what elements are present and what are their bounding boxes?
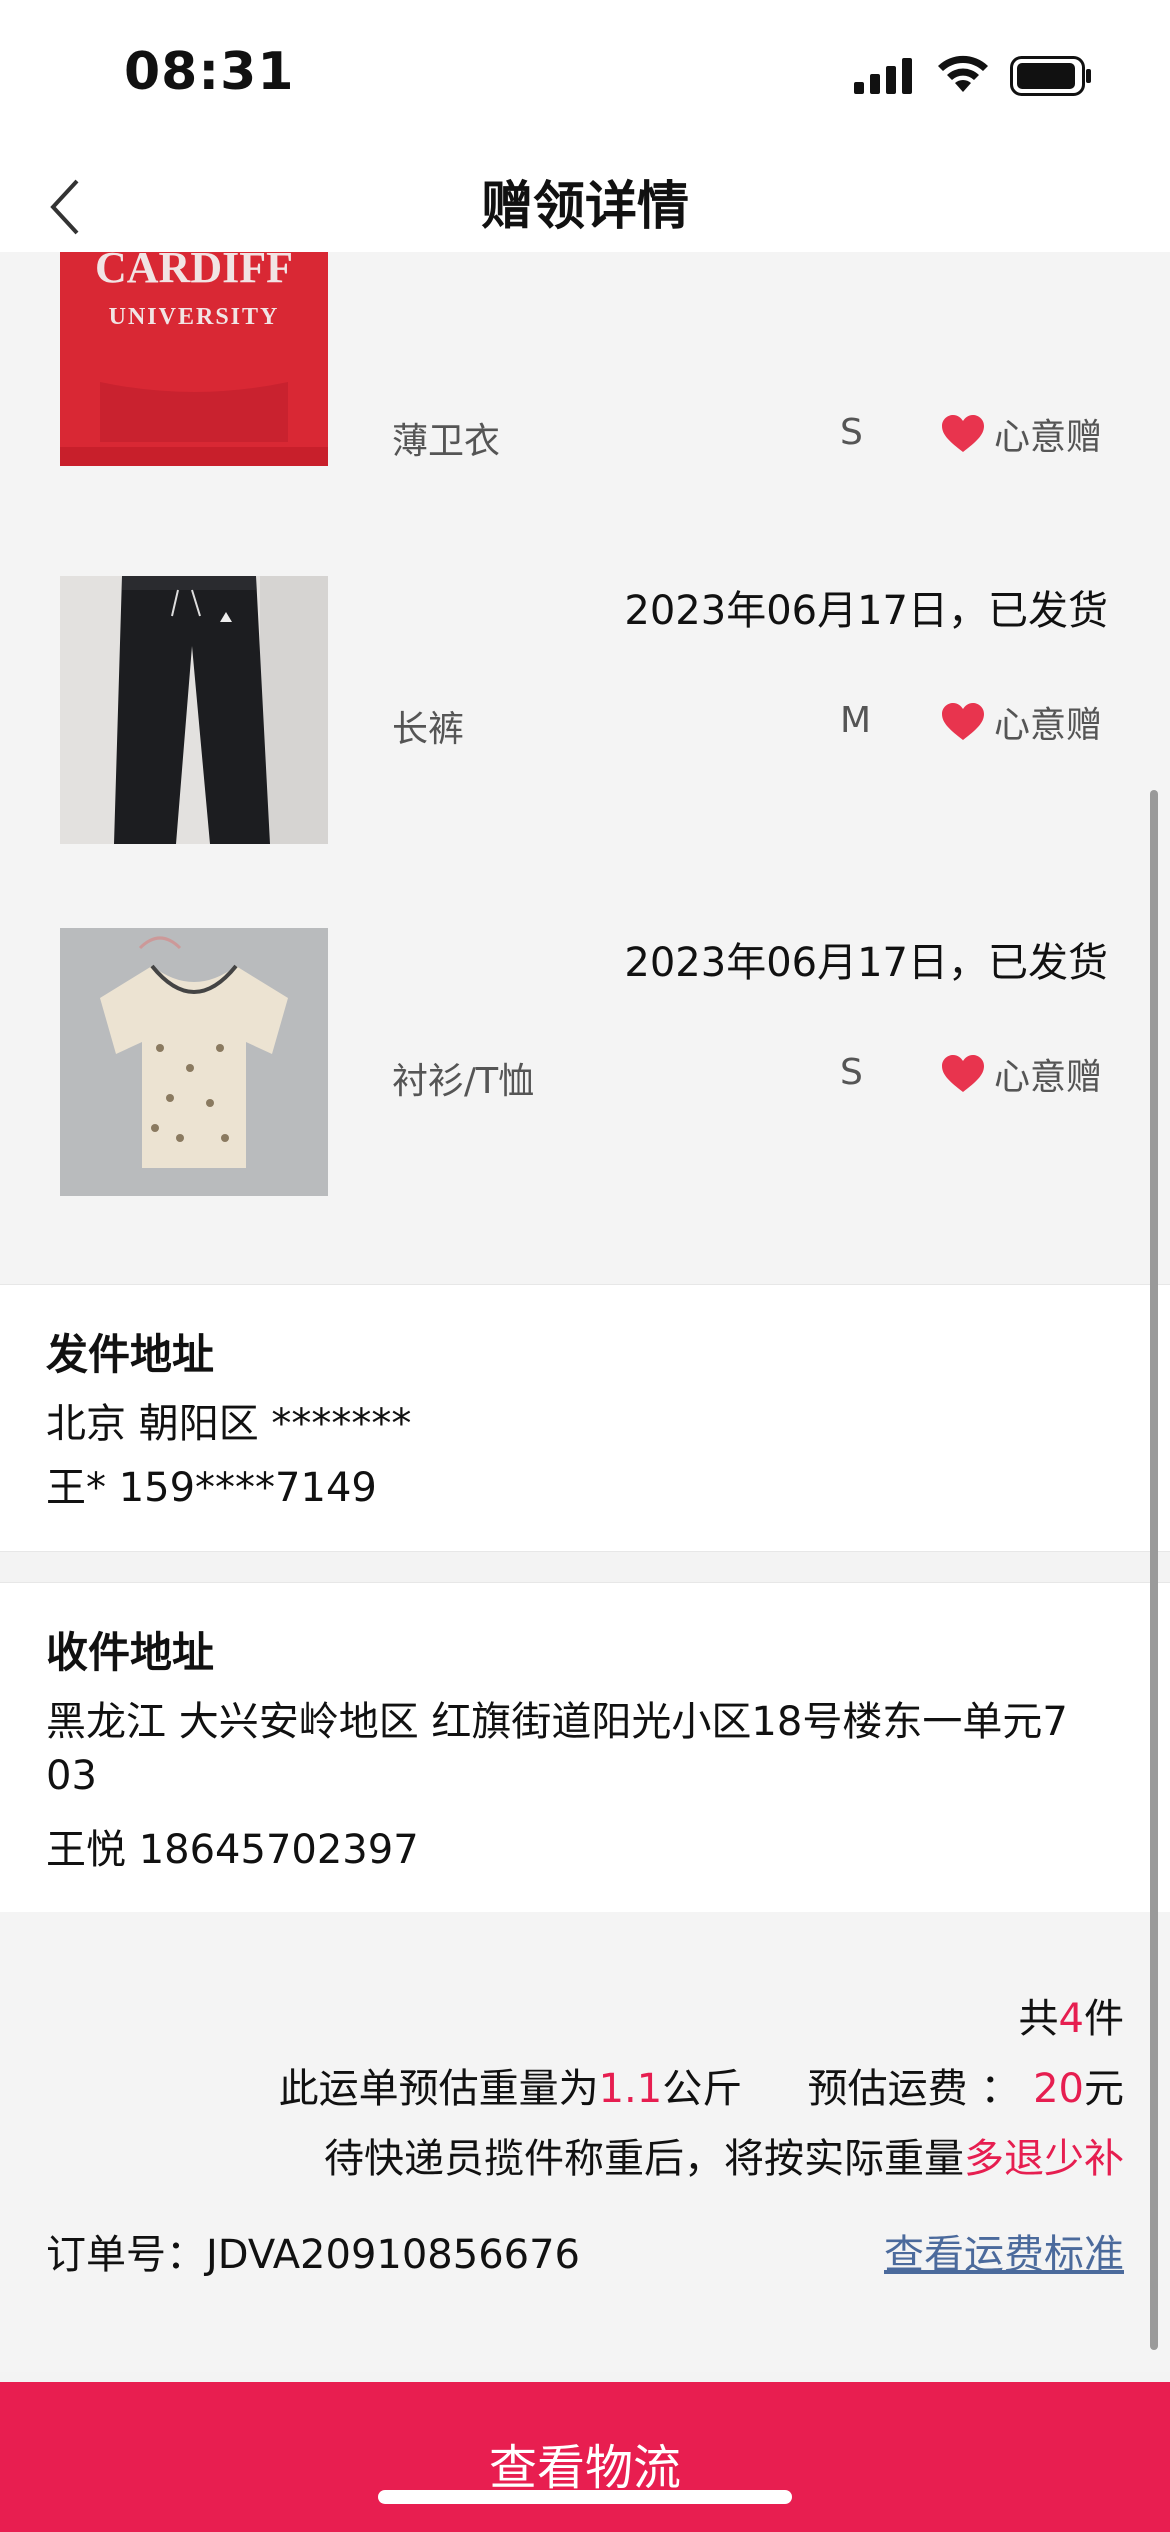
item-ship-date: 2023年06月17日，已发货 (624, 588, 1108, 634)
item-count: 共4件 (1019, 1986, 1124, 2044)
heart-icon (942, 1055, 984, 1092)
note-prefix: 待快递员揽件称重后，将按实际重量 (324, 2136, 964, 2182)
svg-text:UNIVERSITY: UNIVERSITY (109, 304, 280, 330)
item-type: 心意赠 (940, 696, 1102, 748)
refund-note: 待快递员揽件称重后，将按实际重量多退少补 (324, 2126, 1124, 2184)
receiver-contact: 王悦 18645702397 (46, 1827, 419, 1873)
receiver-address-card: 收件地址 黑龙江 大兴安岭地区 红旗街道阳光小区18号楼东一单元7 03 王悦 … (0, 1582, 1170, 1914)
heart-icon (942, 703, 984, 740)
fee-value: 20 (1033, 2066, 1084, 2112)
item-name: 衬衫/T恤 (392, 1061, 535, 1102)
note-highlight: 多退少补 (964, 2136, 1124, 2182)
item-size: M (840, 700, 872, 741)
view-logistics-button[interactable]: 查看物流 (0, 2382, 1170, 2532)
item-ship-date: 2023年06月17日，已发货 (624, 940, 1108, 986)
item-name: 长裤 (392, 709, 465, 750)
home-indicator[interactable] (378, 2490, 792, 2504)
item-photo-hoodie: CARDIFF UNIVERSITY (60, 252, 328, 466)
receiver-address-line1: 黑龙江 大兴安岭地区 红旗街道阳光小区18号楼东一单元7 (46, 1699, 1068, 1745)
list-item[interactable]: 2023年06月17日，已发货 衬衫/T恤 S 心意赠 (0, 896, 1170, 1284)
item-type-label: 心意赠 (994, 705, 1103, 746)
sender-address-card: 发件地址 北京 朝阳区 ******* 王* 159****7149 (0, 1284, 1170, 1552)
count-prefix: 共 (1018, 1996, 1059, 2042)
shipping-summary: 共4件 此运单预估重量为1.1公斤 预估运费 ： 20元 待快递员揽件称重后，将… (0, 1912, 1170, 2372)
fee-standard-link[interactable]: 查看运费标准 (884, 2222, 1124, 2280)
status-bar: 08:31 (0, 0, 1170, 150)
svg-text:CARDIFF: CARDIFF (95, 252, 293, 292)
item-photo-tshirt (60, 928, 328, 1196)
wifi-icon (938, 55, 988, 92)
scrollbar[interactable] (1150, 790, 1158, 2350)
view-logistics-label: 查看物流 (488, 2440, 681, 2496)
sender-address: 北京 朝阳区 ******* (46, 1401, 412, 1447)
item-type-label: 心意赠 (994, 417, 1103, 458)
weight-value: 1.1 (598, 2066, 663, 2112)
signal-icon (854, 58, 912, 94)
list-item[interactable]: CARDIFF UNIVERSITY 薄卫衣 S 心意赠 (0, 252, 1170, 546)
sender-contact: 王* 159****7149 (46, 1465, 377, 1511)
fee-prefix: 预估运费 ： (807, 2066, 1021, 2112)
weight-prefix: 此运单预估重量为 (278, 2066, 599, 2112)
receiver-address-line2: 03 (46, 1753, 97, 1799)
item-name: 薄卫衣 (392, 421, 501, 462)
page-title: 赠领详情 (480, 177, 689, 237)
weight-fee-line: 此运单预估重量为1.1公斤 预估运费 ： 20元 (279, 2056, 1124, 2114)
battery-icon (1010, 56, 1091, 96)
receiver-title: 收件地址 (46, 1628, 215, 1677)
item-size: S (840, 412, 863, 453)
status-time: 08:31 (124, 42, 295, 102)
item-type-label: 心意赠 (994, 1057, 1103, 1098)
count-suffix: 件 (1084, 1996, 1124, 2042)
item-type: 心意赠 (940, 1048, 1102, 1100)
item-photo-pants (60, 576, 328, 844)
fee-unit: 元 (1084, 2066, 1124, 2112)
count-value: 4 (1058, 1996, 1084, 2042)
sender-title: 发件地址 (46, 1330, 215, 1379)
weight-unit: 公斤 (662, 2066, 743, 2112)
list-item[interactable]: 2023年06月17日，已发货 长裤 M 心意赠 (0, 544, 1170, 898)
heart-icon (942, 415, 984, 452)
item-type: 心意赠 (940, 408, 1102, 460)
order-number: 订单号：JDVA20910856676 (46, 2232, 581, 2278)
item-size: S (840, 1052, 863, 1093)
